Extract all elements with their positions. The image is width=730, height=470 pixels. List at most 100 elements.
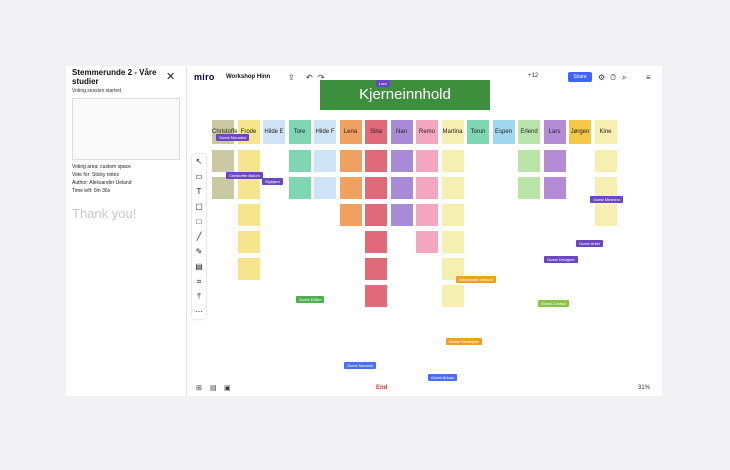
column-header-jørgen[interactable]: Jørgen: [569, 120, 591, 144]
sticky-note[interactable]: [441, 150, 464, 172]
sticky-note[interactable]: [543, 177, 566, 199]
column-header-nan[interactable]: Nan: [390, 120, 413, 144]
sticky-note[interactable]: [390, 177, 413, 199]
sticky-note[interactable]: [339, 177, 362, 199]
sticky-note[interactable]: [237, 258, 260, 280]
sticky-note[interactable]: [365, 204, 387, 226]
menu-icon[interactable]: ≡: [646, 73, 651, 82]
time-left-text: Time left: 0m 36s: [72, 188, 111, 194]
sticky-note[interactable]: [212, 150, 234, 172]
sticky-note[interactable]: [416, 177, 438, 199]
end-button[interactable]: End: [376, 385, 387, 391]
sticky-note[interactable]: [314, 150, 336, 172]
column-header-hilde e[interactable]: Hilde E: [263, 120, 285, 144]
cursor-label: Aleksander Ueland: [456, 276, 496, 283]
cursor-label: Guest Muradist: [216, 134, 250, 141]
upload-icon[interactable]: ⇪: [288, 73, 295, 82]
sticky-note[interactable]: [416, 150, 438, 172]
sticky-note[interactable]: [288, 177, 311, 199]
sticky-note[interactable]: [416, 204, 438, 226]
sticky-note[interactable]: [288, 150, 311, 172]
select-icon[interactable]: ↖: [192, 154, 206, 169]
zoom-level[interactable]: 31%: [638, 385, 650, 391]
sticky-note[interactable]: [237, 150, 260, 172]
voting-panel: Stemmerunde 2 - Våre studier ✕ Voting se…: [66, 66, 187, 396]
sticky-note[interactable]: [441, 285, 464, 307]
cursor-label: Guest Mirshero: [590, 196, 624, 203]
cursor-label: Guest Arfuan: [428, 374, 458, 381]
search-icon[interactable]: ⌕: [622, 73, 626, 83]
sticky-note[interactable]: [339, 204, 362, 226]
sticky-note[interactable]: [518, 177, 540, 199]
timer-icon[interactable]: ⏱: [610, 73, 616, 83]
column-header-espen[interactable]: Espen: [492, 120, 515, 144]
share-button[interactable]: Share: [568, 72, 592, 82]
grid-icon[interactable]: ⊞: [196, 384, 202, 392]
column-header-sina[interactable]: Sina: [365, 120, 387, 144]
sticky-note[interactable]: [212, 177, 234, 199]
voting-status: Voting session started: [72, 88, 121, 94]
sticky-note[interactable]: [339, 150, 362, 172]
shape-icon[interactable]: □: [192, 214, 206, 229]
sticky-note[interactable]: [365, 258, 387, 280]
sticky-note[interactable]: [416, 231, 438, 253]
sticky-note[interactable]: [365, 285, 387, 307]
panel-title: Stemmerunde 2 - Våre studier: [72, 68, 157, 86]
board-name[interactable]: Workshop Hinn: [226, 74, 270, 80]
frame-icon[interactable]: ⌗: [192, 274, 206, 289]
sticky-note[interactable]: [543, 150, 566, 172]
sticky-note[interactable]: [594, 204, 617, 226]
cursor-label: Guest Developer: [446, 338, 483, 345]
sticky-note[interactable]: [237, 231, 260, 253]
sticky-note[interactable]: [365, 177, 387, 199]
sticky-note[interactable]: [365, 150, 387, 172]
column-header-martina[interactable]: Martina: [441, 120, 464, 144]
bottom-toolbar: ⊞ ▤ ▣ End 31%: [188, 384, 662, 396]
sticky-note[interactable]: [441, 177, 464, 199]
chat-icon[interactable]: ▤: [210, 384, 217, 392]
column-header-lena[interactable]: Lena: [339, 120, 362, 144]
cursor-label: Christoffer Balum: [226, 172, 263, 179]
column-header-remo[interactable]: Remo: [416, 120, 438, 144]
upload-icon[interactable]: ⤒: [192, 289, 206, 304]
frame-title: Kjerneinnhold: [320, 80, 490, 110]
sticky-note[interactable]: [441, 231, 464, 253]
column-header-tore[interactable]: Tore: [288, 120, 311, 144]
column-header-torun[interactable]: Torun: [467, 120, 489, 144]
more-icon[interactable]: ⋯: [192, 304, 206, 319]
author-text: Author: Aleksander Ueland: [72, 180, 132, 186]
sticky-note[interactable]: [594, 150, 617, 172]
cursor-label: Sigbjørn: [262, 178, 283, 185]
voting-area-text: Voting area: custom space: [72, 164, 131, 170]
sticky-note[interactable]: [237, 204, 260, 226]
column-header-erlend[interactable]: Erlend: [518, 120, 540, 144]
sticky-note[interactable]: [314, 177, 336, 199]
undo-icon[interactable]: ↶: [306, 73, 313, 82]
pen-icon[interactable]: ✎: [192, 244, 206, 259]
cursor-label: Guest Designer: [544, 256, 578, 263]
comment-icon[interactable]: ▤: [192, 259, 206, 274]
text-icon[interactable]: T: [192, 184, 206, 199]
column-header-kine[interactable]: Kine: [594, 120, 617, 144]
cursor-label: Lars: [376, 80, 390, 87]
close-icon[interactable]: ✕: [166, 70, 175, 83]
line-icon[interactable]: ╱: [192, 229, 206, 244]
sticky-note-icon[interactable]: ▢: [192, 199, 206, 214]
column-header-hilde f[interactable]: Hilde F: [314, 120, 336, 144]
sticky-note[interactable]: [441, 204, 464, 226]
template-icon[interactable]: ▭: [192, 169, 206, 184]
column-header-lars[interactable]: Lars: [543, 120, 566, 144]
sticky-note[interactable]: [390, 150, 413, 172]
sticky-note[interactable]: [518, 150, 540, 172]
collab-count[interactable]: +12: [528, 73, 538, 79]
vote-for-text: Vote for: Sticky notes: [72, 172, 119, 178]
video-icon[interactable]: ▣: [224, 384, 231, 392]
sticky-note[interactable]: [390, 204, 413, 226]
sticky-note[interactable]: [365, 231, 387, 253]
settings-icon[interactable]: ⚙: [598, 73, 605, 82]
app-window: Stemmerunde 2 - Våre studier ✕ Voting se…: [66, 66, 662, 396]
cursor-label: Guest Murasht: [344, 362, 377, 369]
cursor-label: Guest Editor: [296, 296, 325, 303]
miro-logo[interactable]: miro: [194, 72, 215, 82]
sticky-note[interactable]: [237, 177, 260, 199]
